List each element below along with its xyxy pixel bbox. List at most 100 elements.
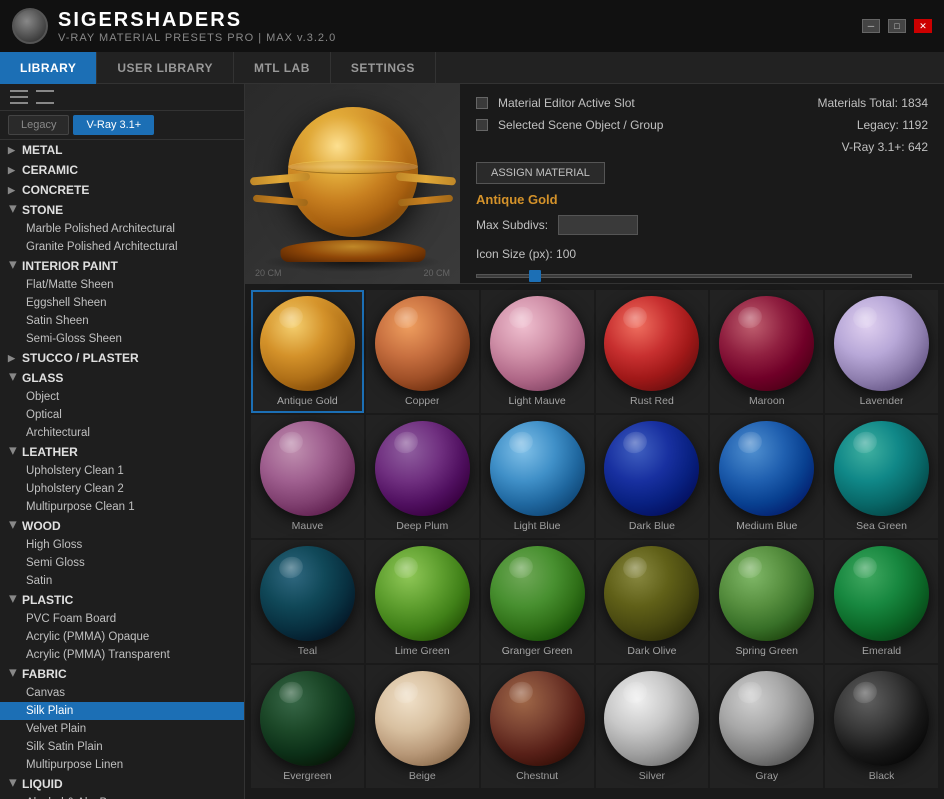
material-label: Evergreen [283, 770, 331, 782]
sidebar-item-architectural[interactable]: Architectural [0, 424, 244, 442]
material-cell-silver[interactable]: Silver [596, 665, 709, 788]
material-cell-dark-blue[interactable]: Dark Blue [596, 415, 709, 538]
material-label: Black [869, 770, 895, 782]
sidebar-item-liquid[interactable]: ▶ LIQUID [0, 774, 244, 794]
material-sphere [719, 671, 814, 766]
material-cell-sea-green[interactable]: Sea Green [825, 415, 938, 538]
sidebar-item-wood[interactable]: ▶ WOOD [0, 516, 244, 536]
material-cell-copper[interactable]: Copper [366, 290, 479, 413]
material-sphere [719, 296, 814, 391]
sidebar-item-stucco[interactable]: ▶ STUCCO / PLASTER [0, 348, 244, 368]
preview-sphere [245, 84, 460, 284]
expand-all-icon[interactable] [36, 90, 54, 104]
preview-box: 20 CM 20 CM [245, 84, 460, 284]
material-cell-dark-olive[interactable]: Dark Olive [596, 540, 709, 663]
scene-checkbox[interactable] [476, 119, 488, 131]
sidebar-item-pvc[interactable]: PVC Foam Board [0, 610, 244, 628]
icon-size-slider[interactable] [476, 269, 912, 283]
material-sphere [604, 671, 699, 766]
tab-settings[interactable]: SETTINGS [331, 52, 436, 84]
subtab-vray31[interactable]: V-Ray 3.1+ [73, 115, 154, 135]
material-cell-deep-plum[interactable]: Deep Plum [366, 415, 479, 538]
sidebar-item-eggshell[interactable]: Eggshell Sheen [0, 294, 244, 312]
sidebar-item-multipurpose1[interactable]: Multipurpose Clean 1 [0, 498, 244, 516]
sidebar-item-granite[interactable]: Granite Polished Architectural [0, 238, 244, 256]
sidebar-item-semi-gloss-wood[interactable]: Semi Gloss [0, 554, 244, 572]
arrow-icon: ▶ [8, 595, 19, 605]
sidebar-item-plastic[interactable]: ▶ PLASTIC [0, 590, 244, 610]
material-cell-gray[interactable]: Gray [710, 665, 823, 788]
collapse-all-icon[interactable] [10, 90, 28, 104]
material-cell-beige[interactable]: Beige [366, 665, 479, 788]
material-cell-rust-red[interactable]: Rust Red [596, 290, 709, 413]
sidebar-item-flat-matte[interactable]: Flat/Matte Sheen [0, 276, 244, 294]
material-cell-spring-green[interactable]: Spring Green [710, 540, 823, 663]
sidebar-item-upholstery1[interactable]: Upholstery Clean 1 [0, 462, 244, 480]
sidebar-item-satin-wood[interactable]: Satin [0, 572, 244, 590]
sidebar-item-canvas[interactable]: Canvas [0, 684, 244, 702]
sidebar-item-upholstery2[interactable]: Upholstery Clean 2 [0, 480, 244, 498]
stats-vray: V-Ray 3.1+: 642 [842, 140, 928, 154]
material-cell-antique-gold[interactable]: Antique Gold [251, 290, 364, 413]
material-label: Antique Gold [277, 395, 338, 407]
close-button[interactable]: ✕ [914, 19, 932, 33]
material-cell-black[interactable]: Black [825, 665, 938, 788]
material-cell-lavender[interactable]: Lavender [825, 290, 938, 413]
sidebar-item-leather[interactable]: ▶ LEATHER [0, 442, 244, 462]
sidebar-item-metal[interactable]: ▶ METAL [0, 140, 244, 160]
sidebar-item-marble[interactable]: Marble Polished Architectural [0, 220, 244, 238]
material-sphere [719, 421, 814, 516]
sidebar-item-stone[interactable]: ▶ STONE [0, 200, 244, 220]
material-cell-light-mauve[interactable]: Light Mauve [481, 290, 594, 413]
sidebar-item-high-gloss[interactable]: High Gloss [0, 536, 244, 554]
sidebar-item-object[interactable]: Object [0, 388, 244, 406]
tab-mtl-lab[interactable]: MTL LAB [234, 52, 331, 84]
grid-area: Antique Gold CopperLight MauveRust RedMar… [245, 284, 944, 799]
material-cell-emerald[interactable]: Emerald [825, 540, 938, 663]
material-cell-granger-green[interactable]: Granger Green [481, 540, 594, 663]
assign-material-button[interactable]: ASSIGN MATERIAL [476, 162, 605, 184]
maximize-button[interactable]: □ [888, 19, 906, 33]
titlebar-text: SIGERSHADERS V-RAY MATERIAL PRESETS PRO … [58, 9, 336, 44]
material-cell-evergreen[interactable]: Evergreen [251, 665, 364, 788]
subdivs-row: Max Subdivs: [476, 215, 928, 235]
total-label: Materials Total: 1834 [817, 96, 928, 110]
material-label: Sea Green [856, 520, 907, 532]
info-row-assign: ASSIGN MATERIAL [476, 162, 928, 184]
material-cell-chestnut[interactable]: Chestnut [481, 665, 594, 788]
sidebar-item-glass[interactable]: ▶ GLASS [0, 368, 244, 388]
material-sphere [375, 546, 470, 641]
arrow-icon: ▶ [8, 521, 19, 531]
material-cell-lime-green[interactable]: Lime Green [366, 540, 479, 663]
subdivs-input[interactable] [558, 215, 638, 235]
sidebar-item-optical[interactable]: Optical [0, 406, 244, 424]
material-sphere [604, 546, 699, 641]
sidebar-item-alcohol[interactable]: Alcohol & Alc. Beverages [0, 794, 244, 799]
sidebar-item-interior-paint[interactable]: ▶ INTERIOR PAINT [0, 256, 244, 276]
material-cell-maroon[interactable]: Maroon [710, 290, 823, 413]
material-label: Teal [298, 645, 317, 657]
info-area: 20 CM 20 CM Material Editor Active Slot … [245, 84, 944, 284]
slot-checkbox[interactable] [476, 97, 488, 109]
tab-library[interactable]: LIBRARY [0, 52, 97, 84]
material-cell-light-blue[interactable]: Light Blue [481, 415, 594, 538]
sidebar-item-silk-satin[interactable]: Silk Satin Plain [0, 738, 244, 756]
material-cell-mauve[interactable]: Mauve [251, 415, 364, 538]
sidebar-item-semi-gloss[interactable]: Semi-Gloss Sheen [0, 330, 244, 348]
sidebar-item-acrylic-transparent[interactable]: Acrylic (PMMA) Transparent [0, 646, 244, 664]
sidebar-item-fabric[interactable]: ▶ FABRIC [0, 664, 244, 684]
sidebar-item-ceramic[interactable]: ▶ CERAMIC [0, 160, 244, 180]
material-cell-medium-blue[interactable]: Medium Blue [710, 415, 823, 538]
subtab-legacy[interactable]: Legacy [8, 115, 69, 135]
sidebar-item-velvet-plain[interactable]: Velvet Plain [0, 720, 244, 738]
sidebar-item-multipurpose-linen[interactable]: Multipurpose Linen [0, 756, 244, 774]
minimize-button[interactable]: ─ [862, 19, 880, 33]
sidebar-item-satin[interactable]: Satin Sheen [0, 312, 244, 330]
slider-thumb[interactable] [529, 270, 541, 282]
arrow-icon: ▶ [8, 669, 19, 679]
material-cell-teal[interactable]: Teal [251, 540, 364, 663]
sidebar-item-silk-plain[interactable]: Silk Plain [0, 702, 244, 720]
sidebar-item-acrylic-opaque[interactable]: Acrylic (PMMA) Opaque [0, 628, 244, 646]
sidebar-item-concrete[interactable]: ▶ CONCRETE [0, 180, 244, 200]
tab-user-library[interactable]: USER LIBRARY [97, 52, 234, 84]
